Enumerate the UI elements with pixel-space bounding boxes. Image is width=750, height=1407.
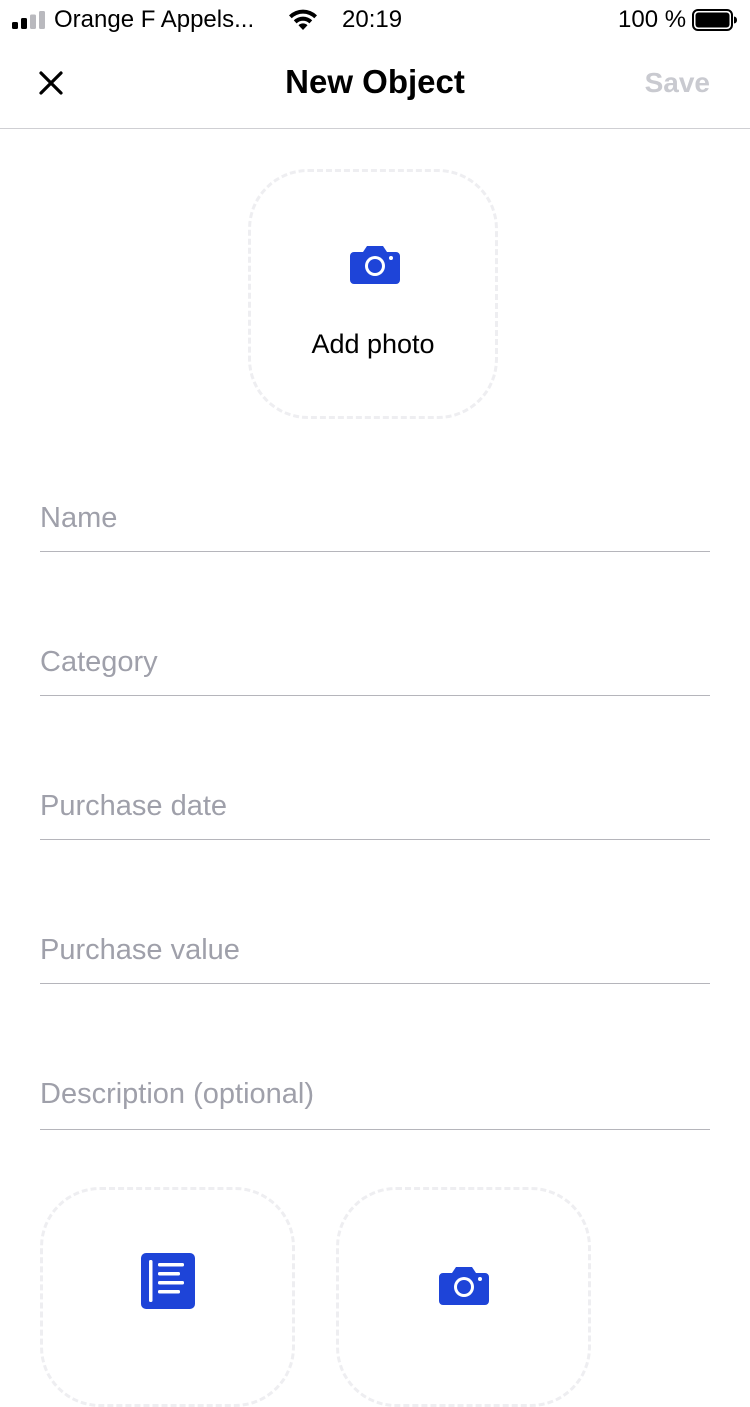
add-photo-label: Add photo xyxy=(311,329,435,359)
description-field-container xyxy=(40,1074,710,1130)
status-time: 20:19 xyxy=(342,6,403,33)
carrier-name: Orange F Appels... xyxy=(54,6,255,33)
category-input[interactable] xyxy=(40,642,710,682)
document-icon xyxy=(141,1253,195,1309)
camera-icon xyxy=(350,246,400,284)
category-field-container xyxy=(40,642,710,696)
navigation-bar: New Object Save xyxy=(0,40,750,129)
description-input[interactable] xyxy=(40,1074,710,1114)
name-field-container xyxy=(40,498,710,552)
add-photo-button[interactable]: Add photo xyxy=(248,169,498,419)
purchase-value-field-container xyxy=(40,930,710,984)
page-title: New Object xyxy=(285,63,465,100)
status-bar: Orange F Appels... 20:19 100 % xyxy=(0,0,750,40)
purchase-date-input[interactable] xyxy=(40,786,710,826)
wifi-icon xyxy=(289,9,317,30)
add-receipt-photo-button[interactable] xyxy=(336,1187,591,1407)
cellular-signal-icon xyxy=(12,11,45,29)
battery-percentage: 100 % xyxy=(618,6,687,33)
save-button[interactable]: Save xyxy=(645,66,710,100)
battery-icon xyxy=(692,9,737,31)
purchase-date-field-container xyxy=(40,786,710,840)
add-document-button[interactable] xyxy=(40,1187,295,1407)
camera-icon xyxy=(439,1267,489,1305)
purchase-value-input[interactable] xyxy=(40,930,710,970)
name-input[interactable] xyxy=(40,498,710,538)
